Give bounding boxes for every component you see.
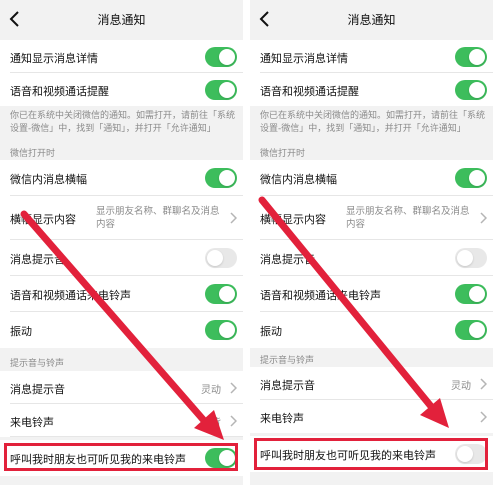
row-av-call-alert: 语音和视频通话提醒 [0,73,243,106]
row-label: 微信内消息横幅 [10,173,87,186]
row-banner-content[interactable]: 横幅显示内容 显示朋友名称、群聊名及消息内容 [250,196,493,240]
section-header-sounds: 提示音与铃声 [260,356,315,366]
toggle-show-message-details[interactable] [455,47,487,67]
row-show-message-details: 通知显示消息详情 [250,40,493,73]
toggle-av-call-alert[interactable] [205,80,237,100]
toggle-knob [469,286,485,302]
row-in-app-banner: 微信内消息横幅 [250,160,493,196]
row-label: 横幅显示内容 [10,213,76,226]
chevron-right-icon [230,212,237,224]
row-incoming-ringtone[interactable]: 来电铃声 背 [0,404,243,437]
page-title: 消息通知 [97,13,146,27]
toggle-in-app-banner[interactable] [205,168,237,188]
row-av-call-alert: 语音和视频通话提醒 [250,73,493,106]
toggle-knob [219,82,235,98]
settings-screen-after: 消息通知 通知显示消息详情 语音和视频通话提醒 你已在系统中关闭微信的通知。如需… [250,0,493,485]
highlight-box [254,438,488,470]
toggle-knob [219,322,235,338]
row-vibrate: 振动 [250,312,493,348]
row-show-message-details: 通知显示消息详情 [0,40,243,73]
row-label: 消息提示音 [260,253,315,266]
row-vibrate: 振动 [0,312,243,348]
notification-disabled-note: 你已在系统中关闭微信的通知。如需打开，请前往「系统设置-微信」中，找到「通知」，… [260,111,486,134]
row-label: 微信内消息横幅 [260,173,337,186]
toggle-knob [469,82,485,98]
row-label: 语音和视频通话来电铃声 [260,289,381,302]
toggle-av-call-alert[interactable] [455,80,487,100]
section-header-wechat-open: 微信打开时 [260,149,306,159]
chevron-right-icon [480,411,487,423]
row-message-sound-select[interactable]: 消息提示音 灵动 [250,367,493,400]
row-incoming-ringtone[interactable]: 来电铃声 [250,400,493,433]
toggle-message-sound[interactable] [455,248,487,268]
toggle-knob [469,170,485,186]
chevron-right-icon [480,378,487,390]
row-label: 来电铃声 [260,412,304,425]
chevron-right-icon [230,415,237,427]
row-av-call-ringtone: 语音和视频通话来电铃声 [0,276,243,312]
divider [10,436,243,437]
toggle-av-call-ringtone[interactable] [205,284,237,304]
row-label: 语音和视频通话提醒 [260,85,359,98]
chevron-right-icon [480,212,487,224]
row-label: 消息提示音 [10,383,65,396]
toggle-show-message-details[interactable] [205,47,237,67]
toggle-knob [469,49,485,65]
toggle-vibrate[interactable] [455,320,487,340]
row-label: 振动 [10,325,32,338]
row-message-sound: 消息提示音 [0,240,243,276]
row-in-app-banner: 微信内消息横幅 [0,160,243,196]
row-label: 振动 [260,325,282,338]
row-label: 语音和视频通话来电铃声 [10,289,131,302]
section-header-wechat-open: 微信打开时 [10,149,56,159]
toggle-knob [219,170,235,186]
row-label: 来电铃声 [10,416,54,429]
row-label: 通知显示消息详情 [10,52,98,65]
toggle-knob [207,250,223,266]
highlight-box [4,443,238,471]
banner-content-value: 显示朋友名称、群聊名及消息内容 [96,206,220,230]
toggle-in-app-banner[interactable] [455,168,487,188]
toggle-message-sound[interactable] [205,248,237,268]
row-message-sound-select[interactable]: 消息提示音 灵动 [0,371,243,404]
nav-bar: 消息通知 [250,0,493,40]
chevron-right-icon [230,382,237,394]
row-label: 消息提示音 [10,253,65,266]
row-banner-content[interactable]: 横幅显示内容 显示朋友名称、群聊名及消息内容 [0,196,243,240]
section-header-sounds: 提示音与铃声 [10,359,65,369]
toggle-av-call-ringtone[interactable] [455,284,487,304]
row-label: 通知显示消息详情 [260,52,348,65]
toggle-vibrate[interactable] [205,320,237,340]
toggle-knob [457,250,473,266]
toggle-knob [219,49,235,65]
settings-screen-before: 消息通知 通知显示消息详情 语音和视频通话提醒 你已在系统中关闭微信的通知。如需… [0,0,243,485]
sound-value: 灵动 [451,381,471,392]
notification-disabled-note: 你已在系统中关闭微信的通知。如需打开，请前往「系统设置-微信」中，找到「通知」，… [10,111,236,134]
row-label: 语音和视频通话提醒 [10,85,109,98]
row-label: 消息提示音 [260,379,315,392]
ringtone-value: 背 [211,418,221,429]
row-message-sound: 消息提示音 [250,240,493,276]
row-av-call-ringtone: 语音和视频通话来电铃声 [250,276,493,312]
row-label: 横幅显示内容 [260,213,326,226]
banner-content-value: 显示朋友名称、群聊名及消息内容 [346,206,470,230]
nav-bar: 消息通知 [0,0,243,40]
page-title: 消息通知 [347,13,396,27]
toggle-knob [219,286,235,302]
sound-value: 灵动 [201,385,221,396]
toggle-knob [469,322,485,338]
